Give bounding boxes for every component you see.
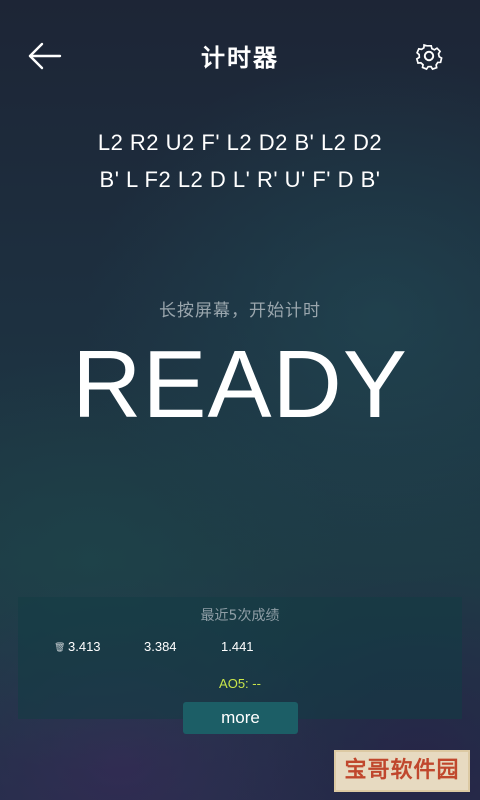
recent-results-title: 最近5次成绩: [200, 608, 280, 624]
result-item[interactable]: 3.384: [144, 639, 177, 654]
result-time: 3.413: [68, 639, 101, 654]
recent-results-panel: 最近5次成绩 🗑 3.413 3.384 1.441 AO5: -- more: [18, 597, 462, 734]
settings-button[interactable]: [413, 40, 445, 72]
timer-screen[interactable]: 计时器 L2 R2 U2 F' L2 D2 B' L2 D2 B' L F2 L…: [0, 0, 480, 800]
result-time: 1.441: [221, 639, 254, 654]
result-item[interactable]: 1.441: [221, 639, 254, 654]
recent-results-row: 🗑 3.413 3.384 1.441: [18, 639, 462, 659]
trash-icon[interactable]: 🗑: [54, 642, 65, 653]
result-time: 3.384: [144, 639, 177, 654]
header: 计时器: [0, 0, 480, 110]
hold-to-start-hint: 长按屏幕，开始计时: [159, 301, 321, 321]
scramble-line-2: B' L F2 L2 D L' R' U' F' D B': [99, 167, 381, 192]
more-button[interactable]: more: [183, 702, 298, 734]
timer-status[interactable]: READY: [0, 330, 480, 440]
scramble-line-1: L2 R2 U2 F' L2 D2 B' L2 D2: [97, 130, 383, 155]
page-title: 计时器: [201, 44, 279, 72]
ao5-average: AO5: --: [219, 676, 261, 691]
result-item[interactable]: 🗑 3.413: [54, 639, 101, 654]
gear-icon: [415, 43, 443, 71]
scramble-text: L2 R2 U2 F' L2 D2 B' L2 D2 B' L F2 L2 D …: [40, 124, 440, 198]
watermark-logo: 宝哥软件园: [334, 750, 470, 792]
